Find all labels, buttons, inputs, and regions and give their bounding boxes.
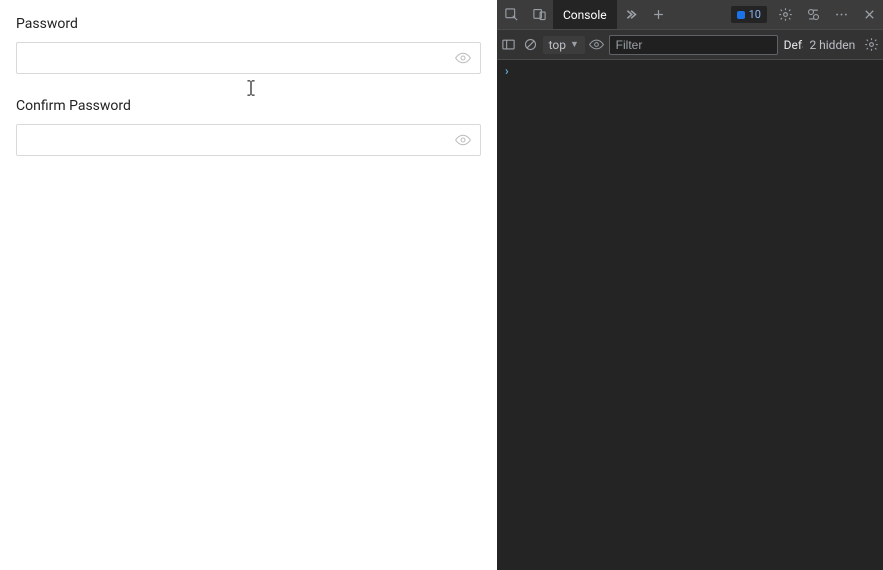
console-prompt-row[interactable]: › <box>497 60 883 82</box>
devtools-tab-icons <box>497 1 553 29</box>
console-body[interactable]: › <box>497 60 883 570</box>
eye-icon[interactable] <box>455 132 471 148</box>
devtools-toolbar: Console 10 <box>497 0 883 30</box>
new-tab-plus-icon[interactable] <box>645 1 673 29</box>
context-selector[interactable]: top ▼ <box>543 36 585 54</box>
clear-console-icon[interactable] <box>521 31 541 59</box>
log-level-selector[interactable]: Defa <box>780 38 804 52</box>
more-tabs-chevron-icon[interactable] <box>617 1 645 29</box>
context-label: top <box>549 38 566 52</box>
devtools-panel: Console 10 <box>497 0 883 570</box>
issues-count: 10 <box>749 8 761 21</box>
console-toolbar: top ▼ Defa 2 hidden <box>497 30 883 60</box>
password-label: Password <box>16 16 481 32</box>
device-toggle-icon[interactable] <box>525 1 553 29</box>
page-content: Password Confirm Password <box>0 0 497 570</box>
prompt-caret-icon: › <box>505 64 509 78</box>
filter-input[interactable] <box>609 35 778 55</box>
inspect-element-icon[interactable] <box>497 1 525 29</box>
settings-gear-icon[interactable] <box>771 1 799 29</box>
confirm-password-input-wrapper <box>16 124 481 156</box>
tab-console[interactable]: Console <box>553 0 617 29</box>
experiments-icon[interactable] <box>799 1 827 29</box>
confirm-password-input[interactable] <box>16 124 481 156</box>
password-field-group: Password <box>16 16 481 74</box>
console-settings-gear-icon[interactable] <box>861 31 881 59</box>
password-input-wrapper <box>16 42 481 74</box>
chevron-down-icon: ▼ <box>570 39 579 50</box>
issue-dot-icon <box>737 11 745 19</box>
issues-badge[interactable]: 10 <box>731 6 767 23</box>
password-input[interactable] <box>16 42 481 74</box>
confirm-password-field-group: Confirm Password <box>16 98 481 156</box>
eye-icon[interactable] <box>455 50 471 66</box>
live-expression-eye-icon[interactable] <box>587 31 607 59</box>
text-cursor-icon <box>244 80 258 94</box>
hidden-messages-count[interactable]: 2 hidden <box>805 38 859 52</box>
kebab-menu-icon[interactable] <box>827 1 855 29</box>
close-devtools-icon[interactable] <box>855 1 883 29</box>
confirm-password-label: Confirm Password <box>16 98 481 114</box>
sidebar-toggle-icon[interactable] <box>499 31 519 59</box>
